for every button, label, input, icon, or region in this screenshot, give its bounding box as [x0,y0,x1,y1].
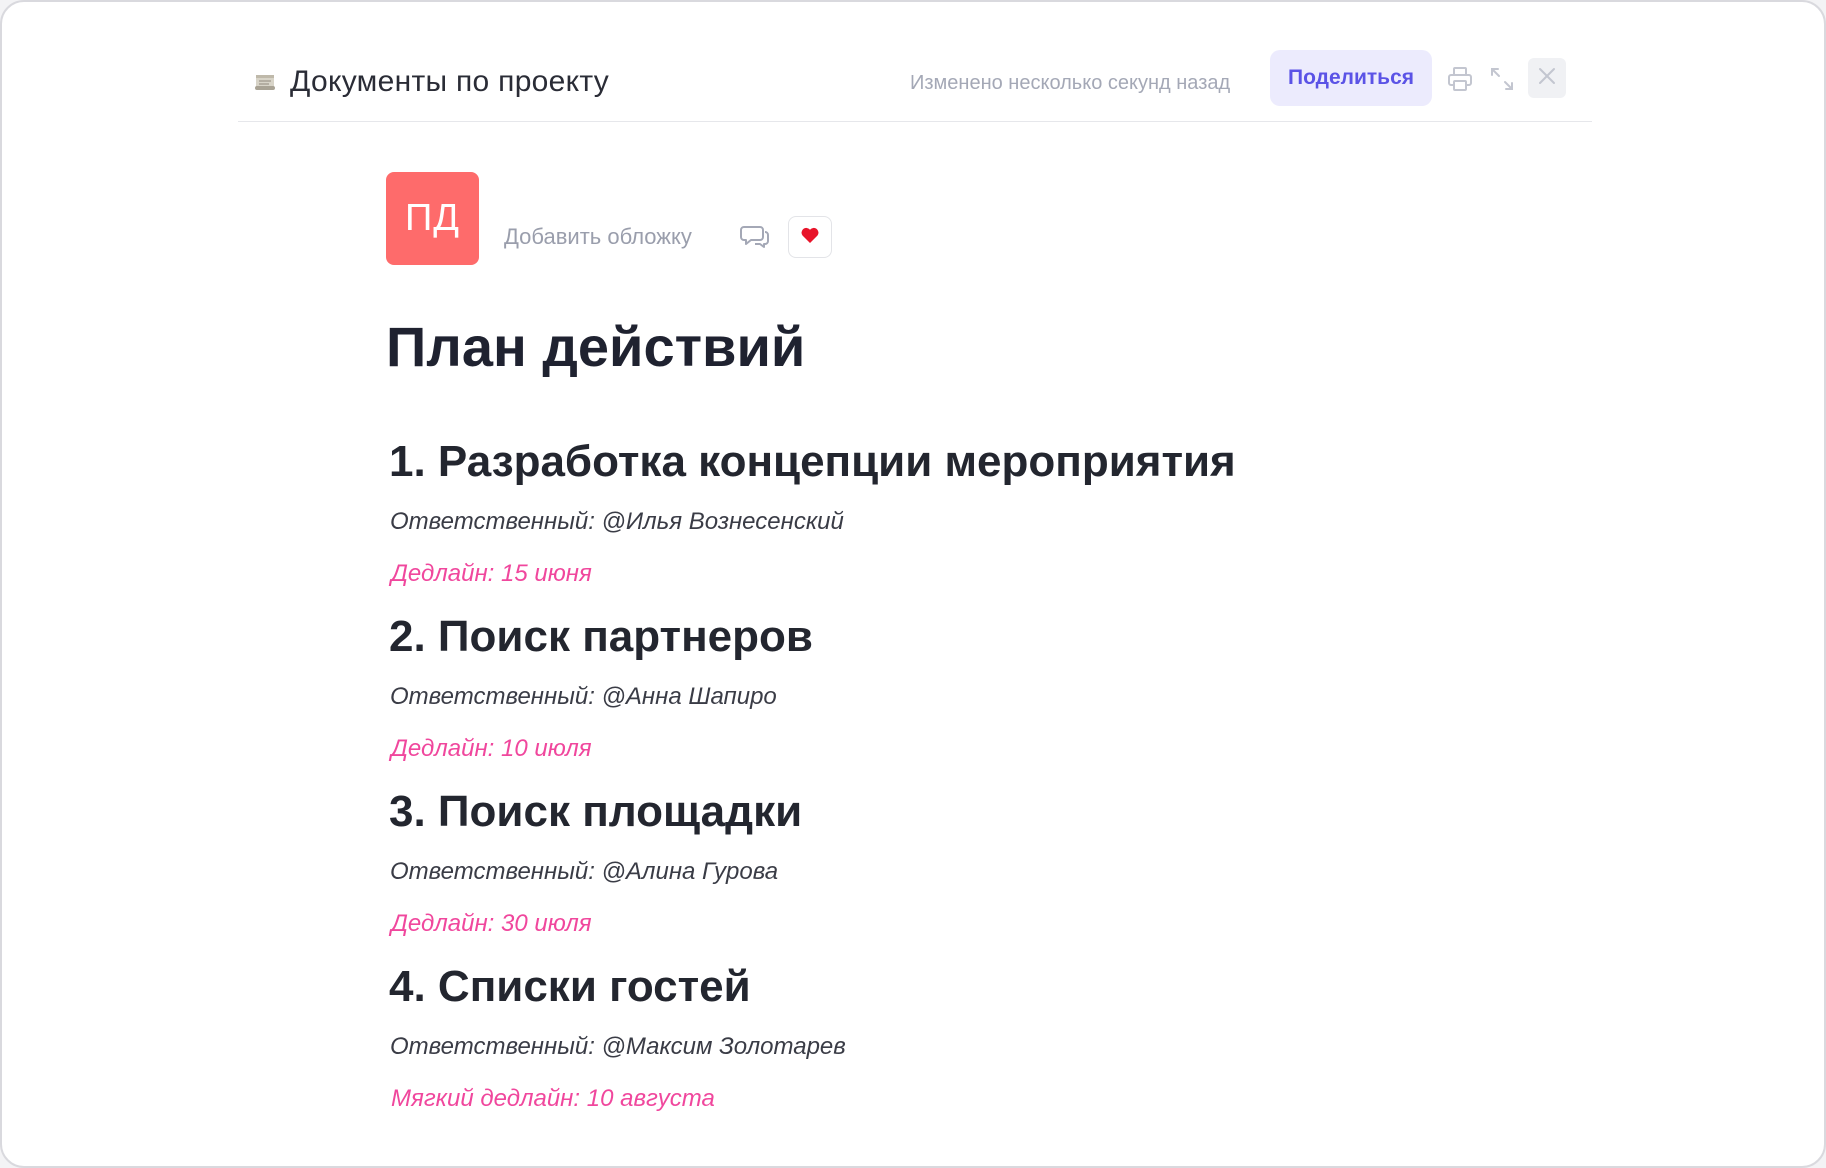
share-button[interactable]: Поделиться [1270,50,1432,106]
section-heading: 3. Поиск площадки [389,787,803,836]
responsible-text: Ответственный: @Анна Шапиро [390,683,777,710]
document-folder-title: Документы по проекту [290,65,610,98]
deadline-text: Дедлайн: 15 июня [391,560,592,587]
heart-icon [800,226,820,249]
document-avatar: ПД [386,172,479,265]
deadline-text: Дедлайн: 30 июля [391,910,592,937]
close-button[interactable] [1528,58,1566,98]
section-heading: 2. Поиск партнеров [389,612,813,661]
add-cover-link[interactable]: Добавить обложку [504,220,692,254]
responsible-text: Ответственный: @Илья Вознесенский [390,508,844,535]
expand-icon[interactable] [1484,61,1520,97]
document-header: Документы по проекту Изменено несколько … [238,44,1592,122]
deadline-text: Дедлайн: 10 июля [391,735,592,762]
last-modified-status: Изменено несколько секунд назад [910,72,1231,94]
page-title: План действий [386,315,806,378]
responsible-text: Ответственный: @Максим Золотарев [390,1033,846,1060]
scroll-emoji-icon [254,71,276,93]
section-heading: 1. Разработка концепции мероприятия [389,437,1236,486]
close-icon [1536,65,1558,92]
printer-icon[interactable] [1442,61,1478,97]
comment-bubbles-icon[interactable] [738,220,772,254]
document-window: Документы по проекту Изменено несколько … [0,0,1826,1168]
deadline-text: Мягкий дедлайн: 10 августа [391,1085,715,1112]
document-title-group: Документы по проекту [254,62,609,102]
section-heading: 4. Списки гостей [389,962,751,1011]
reaction-button[interactable] [788,216,832,258]
responsible-text: Ответственный: @Алина Гурова [390,858,779,885]
